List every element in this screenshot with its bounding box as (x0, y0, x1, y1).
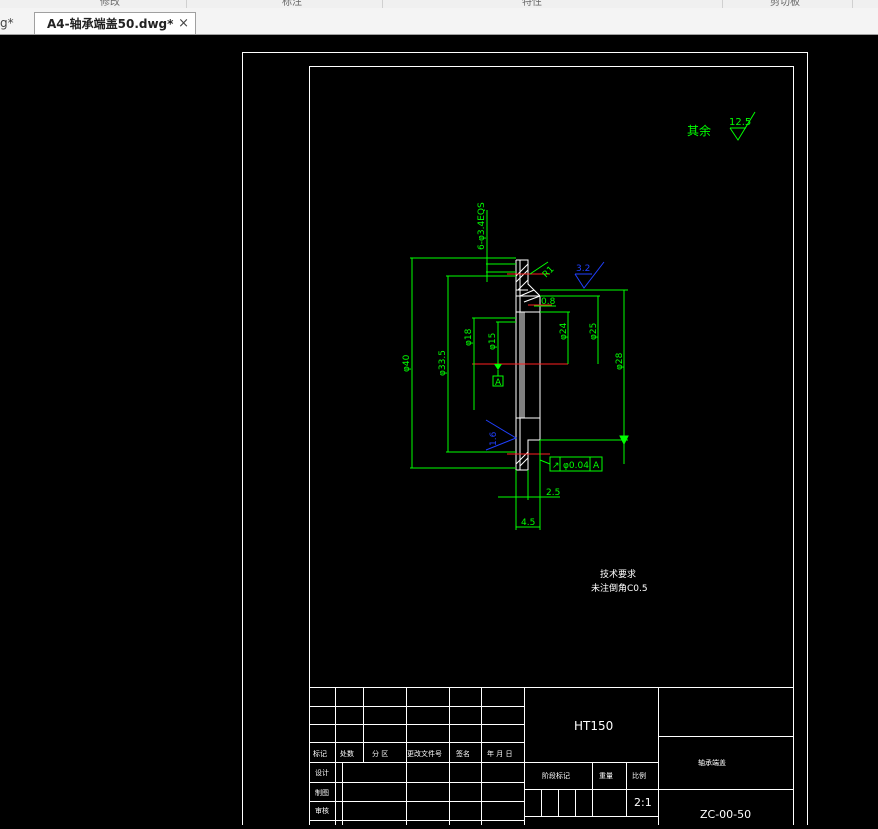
tolerance-symbol: ↗ (552, 461, 560, 471)
roughness-bottom-value: 1.6 (489, 431, 499, 446)
tb-header-date: 年 月 日 (487, 749, 512, 758)
dim-holes: 6-φ3.4EQS (477, 202, 487, 250)
tb-row-review: 审核 (315, 806, 329, 815)
roughness-top-symbol[interactable]: 3.2 (574, 261, 605, 289)
drawing-canvas[interactable]: 其余 12.5 φ40 φ33.5 φ18 φ15 6-φ3.4EQS R1 0… (0, 35, 878, 829)
roughness-other-symbol[interactable]: 其余 12.5 (687, 111, 756, 141)
ribbon-separator (852, 0, 853, 8)
dim-chamfer-0-8: 0.8 (541, 297, 556, 307)
dim-r1: R1 (541, 265, 557, 281)
tb-header-mark: 标记 (313, 749, 327, 758)
tb-part-number[interactable]: ZC-00-50 (700, 808, 751, 821)
dim-thickness-2-5: 2.5 (546, 488, 560, 498)
notes-title[interactable]: 技术要求 (600, 568, 636, 580)
dim-d40: φ40 (402, 354, 412, 372)
roughness-top-value: 3.2 (576, 264, 590, 274)
datum-a[interactable]: A (492, 364, 504, 388)
roughness-other-value: 12.5 (729, 117, 751, 128)
dim-d28: φ28 (615, 352, 625, 370)
tb-header-sign: 签名 (456, 749, 470, 758)
ribbon-separator (382, 0, 383, 8)
datum-a-label: A (495, 378, 502, 388)
tab-previous-drawing[interactable]: g* (0, 12, 26, 34)
tb-stage-label: 阶段标记 (542, 771, 570, 780)
roughness-bottom-symbol[interactable]: 1.6 (485, 419, 518, 451)
tb-material[interactable]: HT150 (574, 719, 613, 733)
tb-row-design: 设计 (315, 768, 329, 777)
tb-header-file: 更改文件号 (407, 749, 442, 758)
drawing-svg: 其余 12.5 φ40 φ33.5 φ18 φ15 6-φ3.4EQS R1 0… (242, 52, 808, 829)
document-tab-bar: g* A4-轴承端盖50.dwg* × (0, 8, 878, 35)
tb-row-drawing: 制图 (315, 788, 329, 797)
tb-scale-label: 比例 (632, 771, 646, 780)
ribbon-group-properties[interactable]: 特性 (522, 0, 542, 8)
sheet-inner-border (309, 66, 794, 829)
tab-label: A4-轴承端盖50.dwg* (47, 17, 174, 31)
tb-scale[interactable]: 2:1 (634, 796, 652, 809)
tb-part-name: 轴承端盖 (698, 758, 726, 767)
ribbon-group-annotate[interactable]: 标注 (282, 0, 302, 8)
dim-d33-5: φ33.5 (438, 350, 448, 376)
roughness-other-label: 其余 (687, 123, 711, 138)
tolerance-value: φ0.04 (563, 461, 589, 471)
part-section[interactable] (515, 259, 541, 471)
dim-d25: φ25 (589, 323, 599, 340)
tab-active-drawing[interactable]: A4-轴承端盖50.dwg* × (34, 12, 196, 34)
ribbon-group-modify[interactable]: 修改 (100, 0, 120, 8)
tb-weight-label: 重量 (599, 772, 613, 780)
ribbon-separator (186, 0, 187, 8)
dimension-texts: φ40 φ33.5 φ18 φ15 6-φ3.4EQS R1 0.8 φ24 φ… (402, 202, 625, 528)
tb-header-zone: 分 区 (372, 749, 388, 758)
ribbon-separator (722, 0, 723, 8)
close-icon[interactable]: × (178, 13, 189, 35)
dim-d24: φ24 (559, 322, 569, 340)
tolerance-datum: A (593, 461, 600, 471)
dim-d15: φ15 (488, 333, 498, 350)
dim-d18: φ18 (464, 328, 474, 346)
ribbon-group-clipboard[interactable]: 剪切板 (770, 0, 800, 8)
tolerance-frame[interactable]: ↗ φ0.04 A (539, 456, 603, 472)
dim-thickness-4-5: 4.5 (521, 518, 535, 528)
tab-label: g* (0, 16, 14, 30)
tb-header-count: 处数 (340, 749, 354, 758)
notes-line[interactable]: 未注倒角C0.5 (591, 582, 648, 594)
